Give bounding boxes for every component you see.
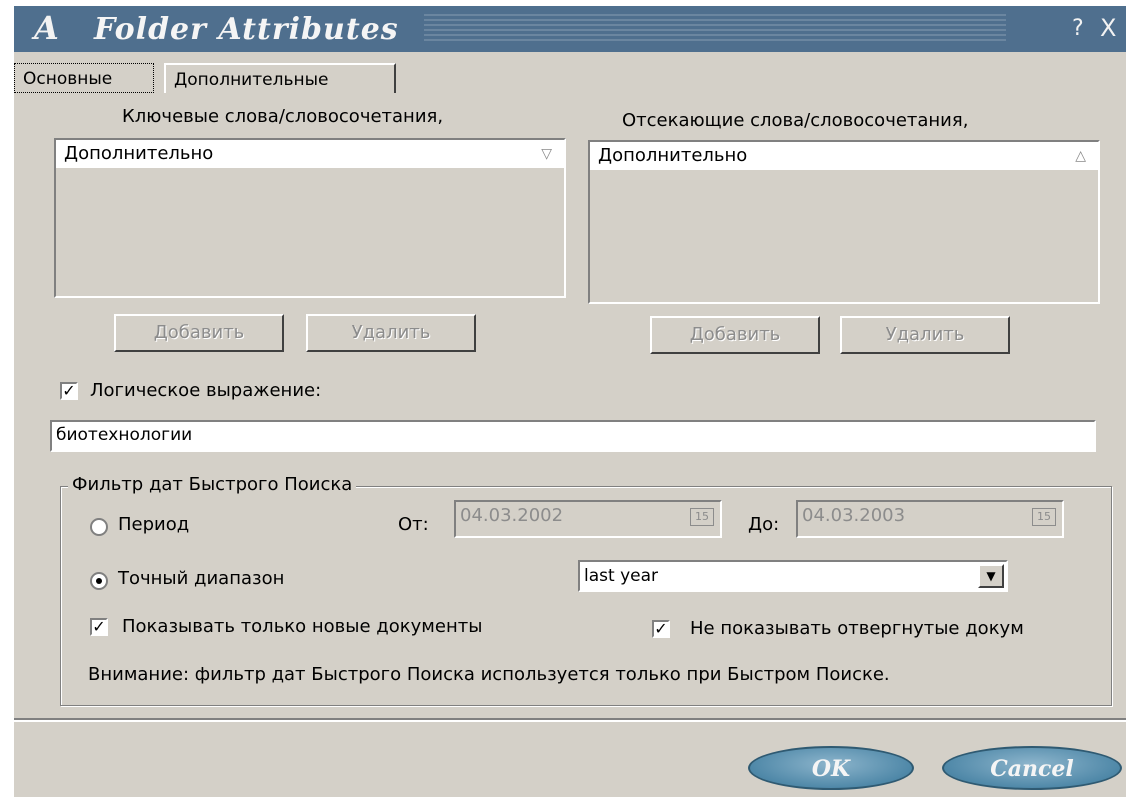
range-select-value: last year — [584, 566, 658, 586]
calendar-icon[interactable]: 15 — [690, 508, 714, 526]
exclusions-header-label: Дополнительно — [598, 145, 748, 166]
from-label: От: — [398, 514, 429, 535]
folder-attributes-dialog: A Folder Attributes ? X Основные Дополни… — [14, 6, 1126, 797]
rejected-docs-label: Не показывать отвергнутые докум — [690, 618, 1024, 639]
new-docs-label: Показывать только новые документы — [122, 616, 483, 637]
tab-additional[interactable]: Дополнительные — [164, 63, 396, 93]
exclusions-list[interactable]: Дополнительно △ — [588, 140, 1100, 304]
footer-divider — [14, 718, 1126, 722]
cancel-button[interactable]: Cancel — [942, 746, 1122, 790]
keywords-list-header[interactable]: Дополнительно ▽ — [56, 140, 564, 168]
period-label: Период — [118, 514, 190, 535]
to-date-value: 04.03.2003 — [802, 505, 906, 526]
close-icon[interactable]: X — [1100, 14, 1116, 42]
period-radio[interactable] — [90, 518, 108, 536]
new-docs-checkbox[interactable]: ✓ — [90, 618, 108, 636]
date-filter-group-label: Фильтр дат Быстрого Поиска — [68, 474, 357, 495]
keywords-header-label: Дополнительно — [64, 143, 214, 164]
from-date-value: 04.03.2002 — [460, 505, 564, 526]
chevron-down-icon[interactable]: ▼ — [978, 564, 1004, 588]
keywords-remove-button[interactable]: Удалить — [306, 314, 476, 352]
ok-button[interactable]: OK — [748, 746, 914, 790]
exact-range-radio[interactable] — [90, 572, 108, 590]
date-filter-note: Внимание: фильтр дат Быстрого Поиска исп… — [88, 664, 890, 685]
logical-expression-checkbox[interactable]: ✓ — [60, 382, 78, 400]
calendar-icon[interactable]: 15 — [1032, 508, 1056, 526]
to-date-field[interactable]: 04.03.2003 15 — [796, 500, 1064, 538]
exclusions-label: Отсекающие слова/словосочетания, — [622, 110, 969, 131]
tab-main[interactable]: Основные — [14, 63, 154, 93]
range-select[interactable]: last year ▼ — [578, 560, 1008, 592]
rejected-docs-checkbox[interactable]: ✓ — [652, 620, 670, 638]
keywords-list[interactable]: Дополнительно ▽ — [54, 138, 566, 298]
help-icon[interactable]: ? — [1072, 16, 1084, 41]
triangle-up-icon: △ — [1075, 148, 1086, 164]
window-title: Folder Attributes — [94, 12, 399, 47]
from-date-field[interactable]: 04.03.2002 15 — [454, 500, 722, 538]
to-label: До: — [748, 514, 780, 535]
radio-dot — [96, 578, 102, 584]
exclusions-remove-button[interactable]: Удалить — [840, 316, 1010, 354]
app-logo-icon: A — [34, 9, 59, 47]
logical-expression-label: Логическое выражение: — [90, 380, 322, 401]
keywords-label: Ключевые слова/словосочетания, — [122, 106, 444, 127]
exclusions-list-header[interactable]: Дополнительно △ — [590, 142, 1098, 170]
triangle-down-icon: ▽ — [541, 146, 552, 162]
exclusions-add-button[interactable]: Добавить — [650, 316, 820, 354]
title-bar[interactable]: A Folder Attributes ? X — [14, 6, 1126, 52]
exact-range-label: Точный диапазон — [118, 568, 285, 589]
keywords-add-button[interactable]: Добавить — [114, 314, 284, 352]
title-bar-stripes — [424, 14, 1006, 44]
logical-expression-input[interactable]: биотехнологии — [50, 420, 1096, 452]
